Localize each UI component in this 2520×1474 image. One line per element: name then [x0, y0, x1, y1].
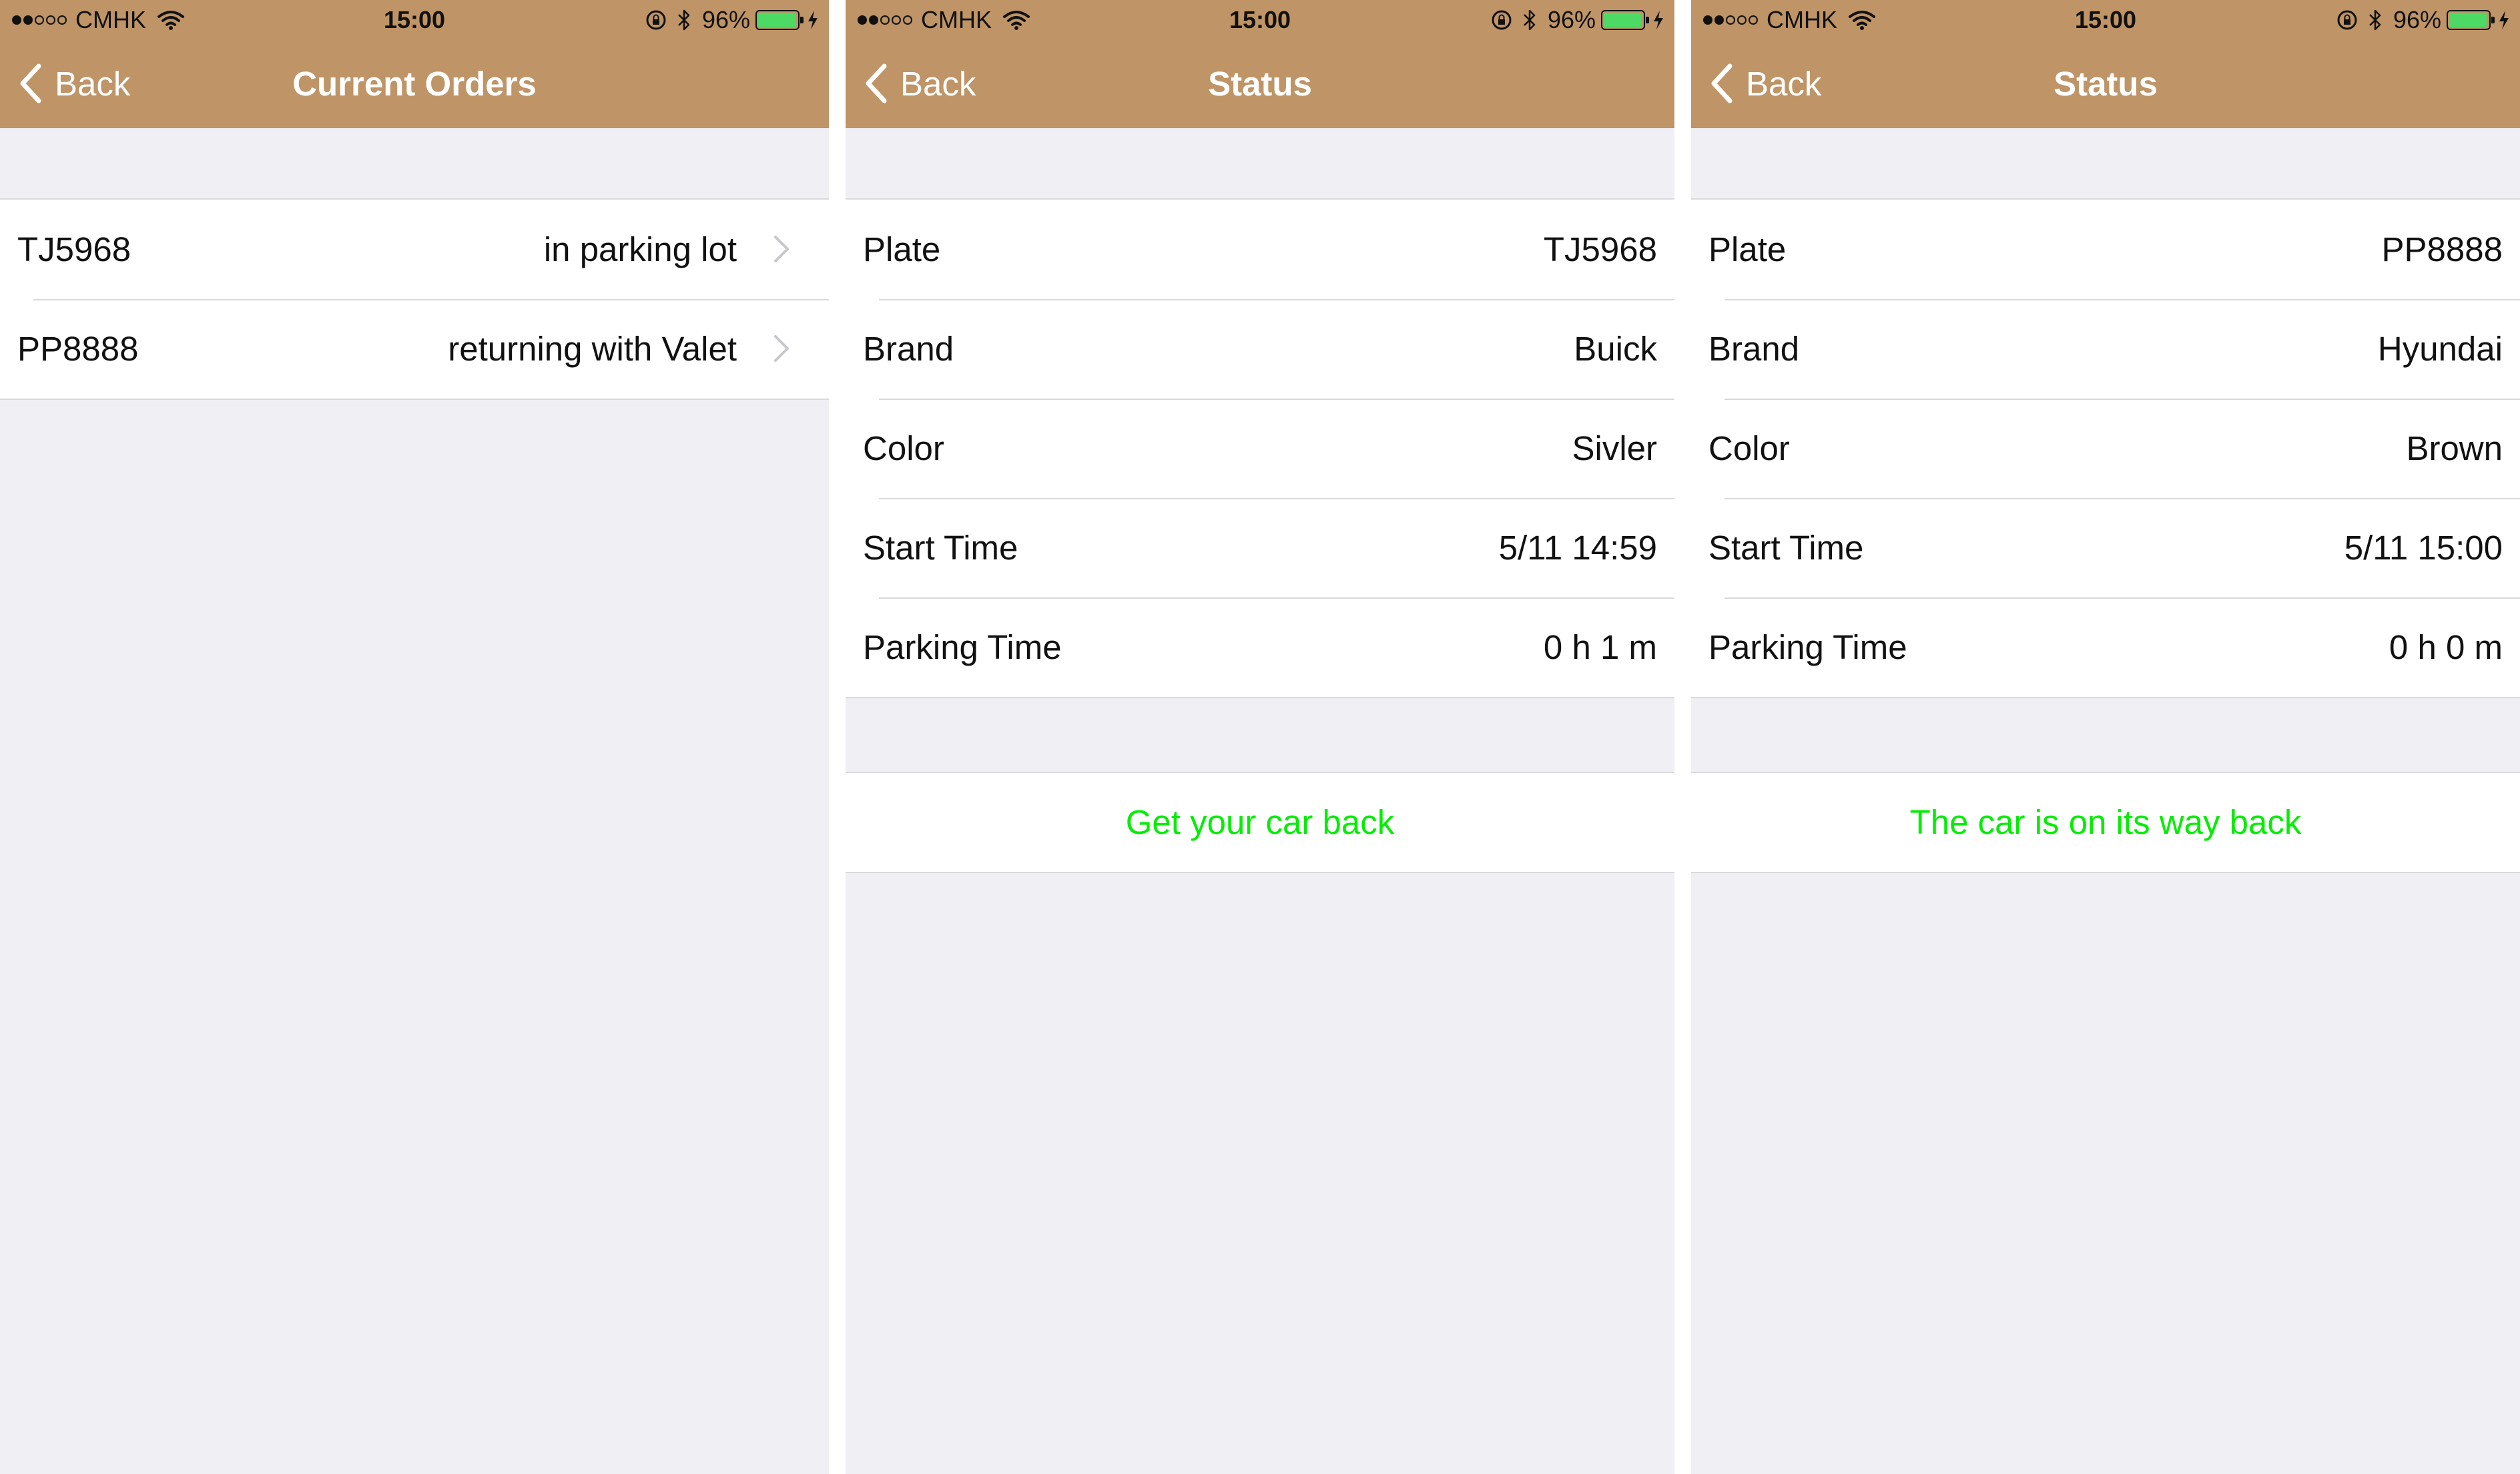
detail-label: Brand — [1708, 330, 1800, 368]
detail-value: 5/11 15:00 — [2344, 529, 2503, 567]
bluetooth-icon — [678, 9, 690, 31]
detail-row-start-time: Start Time 5/11 15:00 — [1691, 498, 2520, 597]
status-screen: CMHK 15:00 — [1691, 0, 2520, 1474]
detail-value: 5/11 14:59 — [1498, 529, 1657, 567]
page-title: Status — [1208, 65, 1312, 103]
detail-value: Brown — [2406, 429, 2503, 467]
top-bar: CMHK 15:00 — [0, 0, 829, 128]
detail-value: Hyundai — [2377, 330, 2503, 368]
detail-value: TJ5968 — [1543, 230, 1657, 268]
status-bar: CMHK 15:00 96% — [0, 0, 829, 40]
status-right: 96% — [2336, 5, 2511, 35]
battery-icon — [755, 10, 804, 30]
detail-label: Start Time — [863, 529, 1018, 567]
detail-row-parking-time: Parking Time 0 h 0 m — [1691, 597, 2520, 697]
battery-percent: 96% — [1547, 6, 1596, 33]
battery-level — [758, 13, 796, 27]
charging-icon — [1654, 11, 1663, 29]
detail-row-color: Color Brown — [1691, 399, 2520, 498]
rotation-lock-icon — [1492, 10, 1512, 30]
status-right: 96% — [1490, 5, 1665, 35]
detail-value: 0 h 0 m — [2389, 628, 2503, 666]
rotation-lock-icon — [2337, 10, 2357, 30]
detail-row-plate: Plate TJ5968 — [846, 200, 1674, 299]
page-title: Current Orders — [292, 65, 537, 103]
detail-row-color: Color Sivler — [846, 399, 1674, 498]
detail-row-brand: Brand Hyundai — [1691, 299, 2520, 399]
detail-label: Color — [863, 429, 944, 467]
order-plate: PP8888 — [17, 330, 139, 368]
top-bar: CMHK 15:00 — [1691, 0, 2520, 128]
navigation-bar: Back Current Orders — [0, 40, 829, 128]
order-status: returning with Valet — [448, 330, 737, 368]
navigation-bar: Back Status — [846, 40, 1674, 128]
detail-row-brand: Brand Buick — [846, 299, 1674, 399]
detail-row-plate: Plate PP8888 — [1691, 200, 2520, 299]
car-details: Plate PP8888 Brand Hyundai Color Brown S… — [1691, 198, 2520, 698]
detail-value: PP8888 — [2381, 230, 2503, 268]
battery-level — [2449, 13, 2487, 27]
detail-label: Brand — [863, 330, 954, 368]
car-returning-button[interactable]: The car is on its way back — [1691, 772, 2520, 873]
detail-value: 0 h 1 m — [1543, 628, 1657, 666]
detail-value: Sivler — [1572, 429, 1657, 467]
detail-value: Buick — [1574, 330, 1657, 368]
detail-label: Plate — [1708, 230, 1787, 268]
bluetooth-icon — [2369, 9, 2381, 31]
detail-label: Parking Time — [863, 628, 1062, 666]
bluetooth-icon — [1524, 9, 1536, 31]
detail-label: Parking Time — [1708, 628, 1907, 666]
top-bar: CMHK 15:00 — [846, 0, 1674, 128]
order-status: in parking lot — [543, 230, 737, 268]
detail-row-start-time: Start Time 5/11 14:59 — [846, 498, 1674, 597]
get-car-back-button[interactable]: Get your car back — [846, 772, 1674, 873]
status-screen: CMHK 15:00 — [846, 0, 1674, 1474]
current-orders-screen: CMHK 15:00 96% Back Current Orders TJ596… — [0, 0, 829, 1474]
status-bar: CMHK 15:00 96% — [846, 0, 1674, 40]
status-bar: CMHK 15:00 96% — [1691, 0, 2520, 40]
battery-percent: 96% — [701, 6, 750, 33]
page-title: Status — [2054, 65, 2158, 103]
detail-label: Start Time — [1708, 529, 1864, 567]
battery-icon — [1601, 10, 1649, 30]
battery-level — [1604, 13, 1641, 27]
rotation-lock-icon — [646, 10, 666, 30]
order-plate: TJ5968 — [17, 230, 131, 268]
screenshot-collage: CMHK 15:00 96% Back Current Orders TJ596… — [0, 0, 2520, 1474]
chevron-right-icon — [774, 335, 789, 362]
navigation-bar: Back Status — [1691, 40, 2520, 128]
detail-label: Color — [1708, 429, 1790, 467]
battery-percent: 96% — [2393, 6, 2441, 33]
order-row[interactable]: PP8888 returning with Valet — [0, 299, 829, 399]
order-row[interactable]: TJ5968 in parking lot — [0, 200, 829, 299]
chevron-right-icon — [774, 236, 789, 262]
charging-icon — [2499, 11, 2509, 29]
status-right: 96% — [645, 5, 820, 35]
car-details: Plate TJ5968 Brand Buick Color Sivler St… — [846, 198, 1674, 698]
detail-label: Plate — [863, 230, 941, 268]
charging-icon — [808, 11, 818, 29]
orders-list: TJ5968 in parking lot PP8888 returning w… — [0, 198, 829, 400]
battery-icon — [2447, 10, 2495, 30]
detail-row-parking-time: Parking Time 0 h 1 m — [846, 597, 1674, 697]
